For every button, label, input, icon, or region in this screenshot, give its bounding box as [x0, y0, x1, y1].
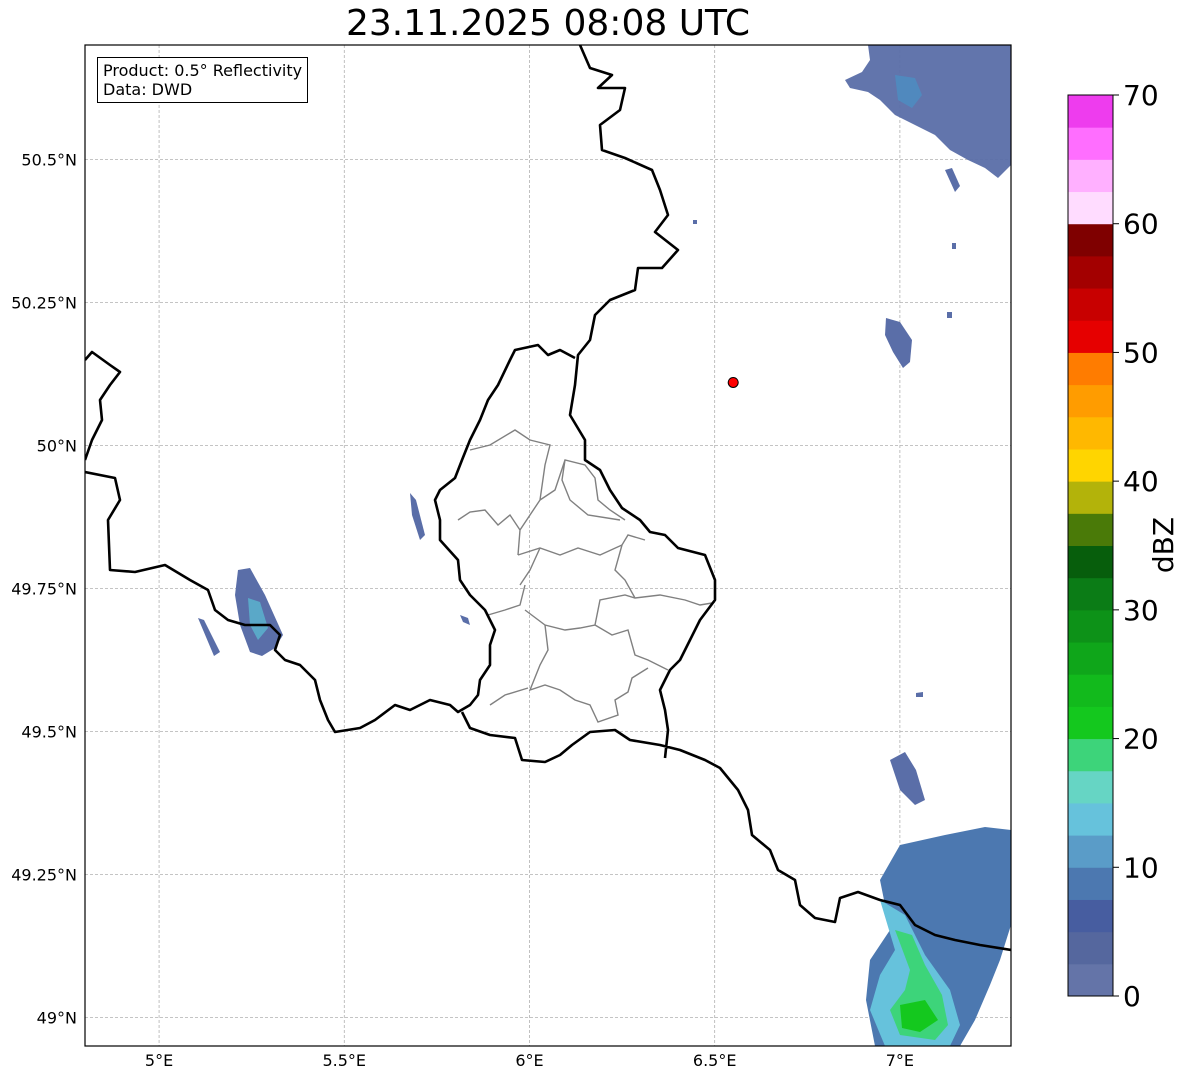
lat-tick-label: 49.5°N	[21, 722, 77, 741]
colorbar-segment	[1068, 448, 1113, 482]
colorbar-segment	[1068, 963, 1113, 997]
colorbar-segment	[1068, 674, 1113, 707]
colorbar-segment	[1068, 835, 1113, 868]
lon-tick-label: 5.5°E	[322, 1051, 366, 1070]
colorbar-tick-label: 40	[1123, 465, 1159, 498]
lat-tick-label: 49°N	[37, 1008, 77, 1027]
lon-tick-label: 6°E	[515, 1051, 543, 1070]
colorbar-segment	[1068, 770, 1113, 804]
colorbar-segment	[1068, 481, 1113, 514]
colorbar-segment	[1068, 320, 1113, 353]
lon-tick-label: 6.5°E	[693, 1051, 737, 1070]
info-box: Product: 0.5° Reflectivity Data: DWD	[97, 57, 309, 103]
colorbar-tick-label: 30	[1123, 594, 1159, 627]
data-source-label: Data: DWD	[103, 80, 193, 99]
colorbar-segment	[1068, 255, 1113, 289]
colorbar-segment	[1068, 352, 1113, 386]
colorbar-segment	[1068, 867, 1113, 900]
colorbar-segment	[1068, 642, 1113, 675]
lat-tick-label: 49.75°N	[11, 579, 77, 598]
colorbar-segment	[1068, 288, 1113, 321]
lat-tick-label: 50.25°N	[11, 293, 77, 312]
colorbar-tick-label: 10	[1123, 851, 1159, 884]
colorbar-tick-label: 60	[1123, 208, 1159, 241]
colorbar-tick-label: 0	[1123, 980, 1141, 1013]
product-label: Product: 0.5° Reflectivity	[103, 61, 303, 80]
colorbar-tick-label: 50	[1123, 336, 1159, 369]
colorbar-segment	[1068, 577, 1113, 611]
lon-tick-label: 5°E	[145, 1051, 173, 1070]
lat-tick-label: 49.25°N	[11, 865, 77, 884]
colorbar-segment	[1068, 545, 1113, 579]
colorbar-segment	[1068, 513, 1113, 546]
echo-patch-4	[693, 220, 697, 224]
echo-patch-5	[947, 312, 952, 318]
echo-patch-6	[952, 243, 956, 249]
colorbar-tick-label: 20	[1123, 723, 1159, 756]
colorbar-segment	[1068, 159, 1113, 193]
colorbar-label: dBZ	[1147, 516, 1180, 574]
colorbar-segment	[1068, 802, 1113, 836]
colorbar-segment	[1068, 706, 1113, 740]
colorbar-tick-label: 70	[1123, 79, 1159, 112]
lon-tick-label: 7°E	[886, 1051, 914, 1070]
radar-map: 5°E 5.5°E 6°E 6.5°E 7°E 50.5°N 50.25°N 50°N 49.7…	[11, 44, 1159, 1070]
lat-tick-label: 50°N	[37, 436, 77, 455]
lat-tick-label: 50.5°N	[21, 150, 77, 169]
colorbar-segment	[1068, 609, 1113, 643]
colorbar-segment	[1068, 931, 1113, 965]
colorbar-segment	[1068, 127, 1113, 160]
radar-site-marker	[727, 376, 739, 388]
colorbar-segment	[1068, 899, 1113, 933]
colorbar-segment	[1068, 738, 1113, 772]
colorbar-segment	[1068, 223, 1113, 257]
colorbar-segment	[1068, 416, 1113, 450]
colorbar-segment	[1068, 384, 1113, 418]
colorbar-segment	[1068, 191, 1113, 225]
colorbar-segment	[1068, 95, 1113, 128]
